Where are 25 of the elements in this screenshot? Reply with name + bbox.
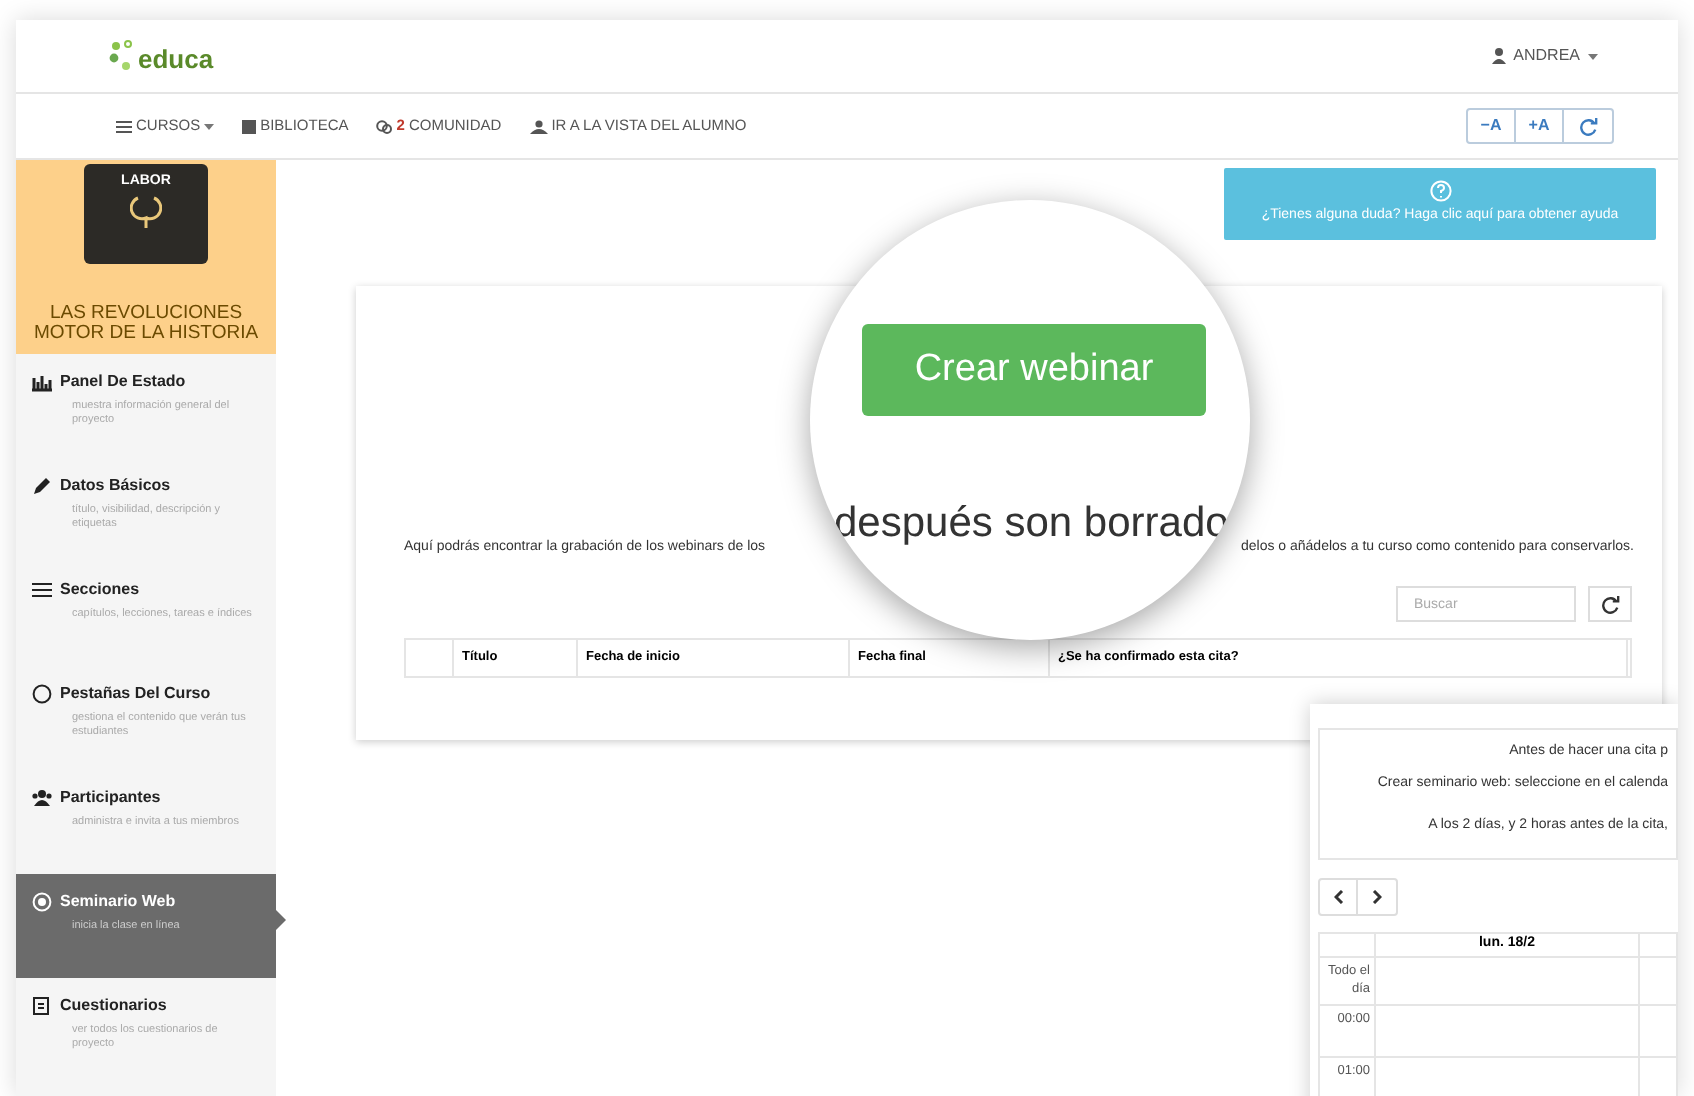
font-size-button[interactable]: +A — [1516, 110, 1564, 142]
refresh-icon — [1579, 117, 1597, 135]
logo-text: educa — [138, 46, 214, 72]
caret-icon — [204, 123, 215, 129]
logo-dots-icon — [108, 40, 136, 72]
menu-icon — [116, 119, 132, 133]
chart-icon — [32, 372, 52, 392]
magnified-text: después son borrado — [834, 498, 1229, 550]
chevron-right-icon — [1372, 890, 1382, 904]
user-icon — [1491, 48, 1506, 64]
help-icon — [1429, 180, 1451, 203]
document-icon — [32, 996, 52, 1016]
chat-icon — [376, 119, 393, 133]
refresh-button[interactable] — [1588, 586, 1632, 622]
user-menu[interactable]: ANDREA — [1513, 44, 1580, 68]
pencil-icon — [32, 476, 52, 496]
font-size-button[interactable]: −A — [1468, 110, 1516, 142]
refresh-icon — [1601, 595, 1619, 613]
chevron-left-icon — [1333, 890, 1343, 904]
list-icon — [32, 580, 52, 600]
book-icon — [242, 119, 257, 133]
users-icon — [32, 788, 52, 808]
caret-icon — [1588, 53, 1598, 59]
course-title: LAS REVOLUCIONES MOTOR DE LA HISTORIA — [31, 304, 261, 344]
users-icon — [529, 119, 548, 133]
